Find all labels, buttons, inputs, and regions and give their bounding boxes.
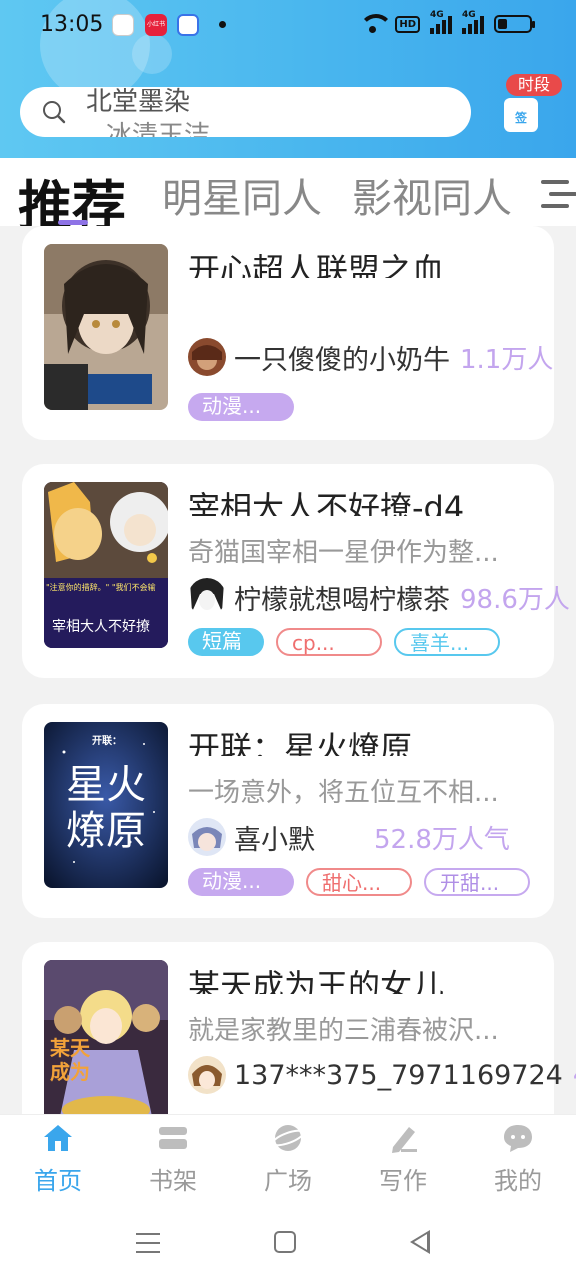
nav-label: 书架	[149, 1167, 197, 1195]
story-card[interactable]: 某天成为 某天成为王的女儿 就是家教里的三浦春被沢... 137***375_7…	[22, 942, 576, 1114]
author-name: 喜小默	[234, 824, 315, 856]
author-row: 一只傻傻的小奶牛 1.1万人	[188, 338, 553, 376]
tag-chip[interactable]: 开甜...	[424, 868, 530, 896]
wifi-icon	[359, 14, 394, 34]
status-bar: 13:05 小红书 HD 4G 4G	[0, 0, 576, 52]
story-cover-image: 某天成为	[44, 960, 168, 1114]
tag-chip[interactable]: 动漫...	[188, 393, 294, 421]
plaza-icon	[271, 1123, 305, 1153]
status-time: 13:05	[40, 12, 104, 37]
recent-apps-icon[interactable]	[136, 1233, 160, 1253]
system-navigation-bar	[0, 1206, 576, 1280]
story-feed: 开心超人联盟之血 一只傻傻的小奶牛 1.1万人 动漫... "注意你的措辞。" …	[0, 226, 576, 1114]
tab-star-fanfic[interactable]: 明星同人	[162, 166, 322, 224]
story-cover-image: 开联： 星火燎原	[44, 722, 168, 888]
baidu-notification-icon	[177, 14, 199, 36]
signal-icon: 4G	[430, 10, 452, 34]
author-avatar	[188, 1056, 226, 1094]
story-title: 开联：星火燎原	[188, 729, 413, 756]
tag-list: 动漫... 甜心... 开甜...	[188, 868, 530, 896]
author-avatar	[188, 818, 226, 856]
tag-chip[interactable]: 动漫...	[188, 868, 294, 896]
author-row: 137***375_7971169724 4	[188, 1056, 576, 1094]
author-row: 柠檬就想喝柠檬茶 98.6万人	[188, 578, 570, 616]
header: 13:05 小红书 HD 4G 4G 北堂墨染 冰清玉洁 时段 签	[0, 0, 576, 158]
tab-film-fanfic[interactable]: 影视同人	[352, 166, 512, 224]
more-notifications-dot-icon	[219, 21, 226, 28]
cover-title-text: 某天成为	[50, 1036, 90, 1084]
story-cover-image	[44, 244, 168, 410]
nav-label: 广场	[264, 1167, 312, 1195]
cover-small-text: "注意你的措辞。" "我们不会输	[46, 583, 156, 592]
cover-title-text: 星火燎原	[66, 762, 146, 854]
profile-icon	[502, 1123, 534, 1153]
nav-label: 我的	[494, 1167, 542, 1195]
author-avatar	[188, 338, 226, 376]
back-icon[interactable]	[410, 1230, 430, 1254]
tab-recommend[interactable]: 推荐	[18, 162, 126, 226]
search-suggestion: 北堂墨染	[86, 87, 191, 117]
hd-badge: HD	[395, 15, 420, 33]
tag-chip[interactable]: 甜心...	[306, 868, 412, 896]
tag-chip[interactable]: 短篇	[188, 628, 264, 656]
author-row: 喜小默 52.8万人气	[188, 818, 510, 856]
nav-label: 首页	[34, 1167, 82, 1195]
status-indicators: HD 4G 4G	[359, 10, 535, 36]
popularity-count: 52.8万人气	[374, 824, 510, 855]
sign-in-icon: 签	[504, 98, 538, 132]
sign-in-button[interactable]: 时段 签	[496, 70, 566, 136]
search-bar[interactable]: 北堂墨染 冰清玉洁	[20, 87, 471, 137]
tag-chip[interactable]: 喜羊...	[394, 628, 500, 656]
story-description: 一场意外，将五位互不相...	[188, 778, 499, 808]
story-title: 宰相大人不好撩-d4	[188, 489, 465, 516]
bottom-navigation: 首页 书架 广场 写作 我的	[0, 1114, 576, 1206]
nav-write[interactable]: 写作	[353, 1123, 453, 1196]
story-title: 开心超人联盟之血	[188, 251, 445, 278]
story-description: 就是家教里的三浦春被沢...	[188, 1016, 499, 1046]
menu-icon[interactable]	[541, 180, 576, 210]
home-icon	[42, 1123, 74, 1153]
category-tabs: 推荐 明星同人 影视同人	[0, 158, 576, 226]
popularity-count: 1.1万人	[460, 344, 554, 375]
nav-label: 写作	[379, 1167, 427, 1195]
bookshelf-icon	[157, 1123, 189, 1153]
tag-list: 动漫...	[188, 393, 294, 421]
cover-small-text: 开联：	[92, 736, 122, 747]
story-cover-image: "注意你的措辞。" "我们不会输 宰相大人不好撩	[44, 482, 168, 648]
xiaohongshu-notification-icon: 小红书	[145, 14, 167, 36]
story-card[interactable]: 开心超人联盟之血 一只傻傻的小奶牛 1.1万人 动漫...	[22, 226, 554, 440]
nav-profile[interactable]: 我的	[468, 1123, 568, 1196]
tag-list: 短篇 cp... 喜羊...	[188, 628, 500, 656]
app-notification-icon	[112, 14, 134, 36]
popularity-count: 98.6万人	[460, 584, 570, 615]
write-icon	[387, 1123, 419, 1153]
signal-icon: 4G	[462, 10, 484, 34]
story-card[interactable]: "注意你的措辞。" "我们不会输 宰相大人不好撩 宰相大人不好撩-d4 奇猫国宰…	[22, 464, 570, 678]
author-name: 柠檬就想喝柠檬茶	[234, 584, 450, 616]
sign-in-tag: 时段	[506, 74, 562, 96]
author-name: 一只傻傻的小奶牛	[234, 344, 450, 376]
search-icon	[43, 101, 66, 124]
story-card[interactable]: 开联： 星火燎原 开联：星火燎原 一场意外，将五位互不相... 喜小默 52.8…	[22, 704, 554, 918]
tag-chip[interactable]: cp...	[276, 628, 382, 656]
home-button-icon[interactable]	[274, 1231, 296, 1253]
author-avatar	[188, 578, 226, 616]
cover-title-text: 宰相大人不好撩	[52, 619, 150, 635]
battery-icon	[494, 15, 535, 33]
search-suggestion-next: 冰清玉洁	[106, 121, 211, 137]
nav-home[interactable]: 首页	[8, 1123, 108, 1196]
story-description: 奇猫国宰相一星伊作为整...	[188, 538, 499, 568]
nav-bookshelf[interactable]: 书架	[123, 1123, 223, 1196]
author-name: 137***375_7971169724	[234, 1059, 563, 1091]
story-title: 某天成为王的女儿	[188, 967, 445, 994]
nav-plaza[interactable]: 广场	[238, 1123, 338, 1196]
active-tab-indicator	[58, 220, 88, 225]
